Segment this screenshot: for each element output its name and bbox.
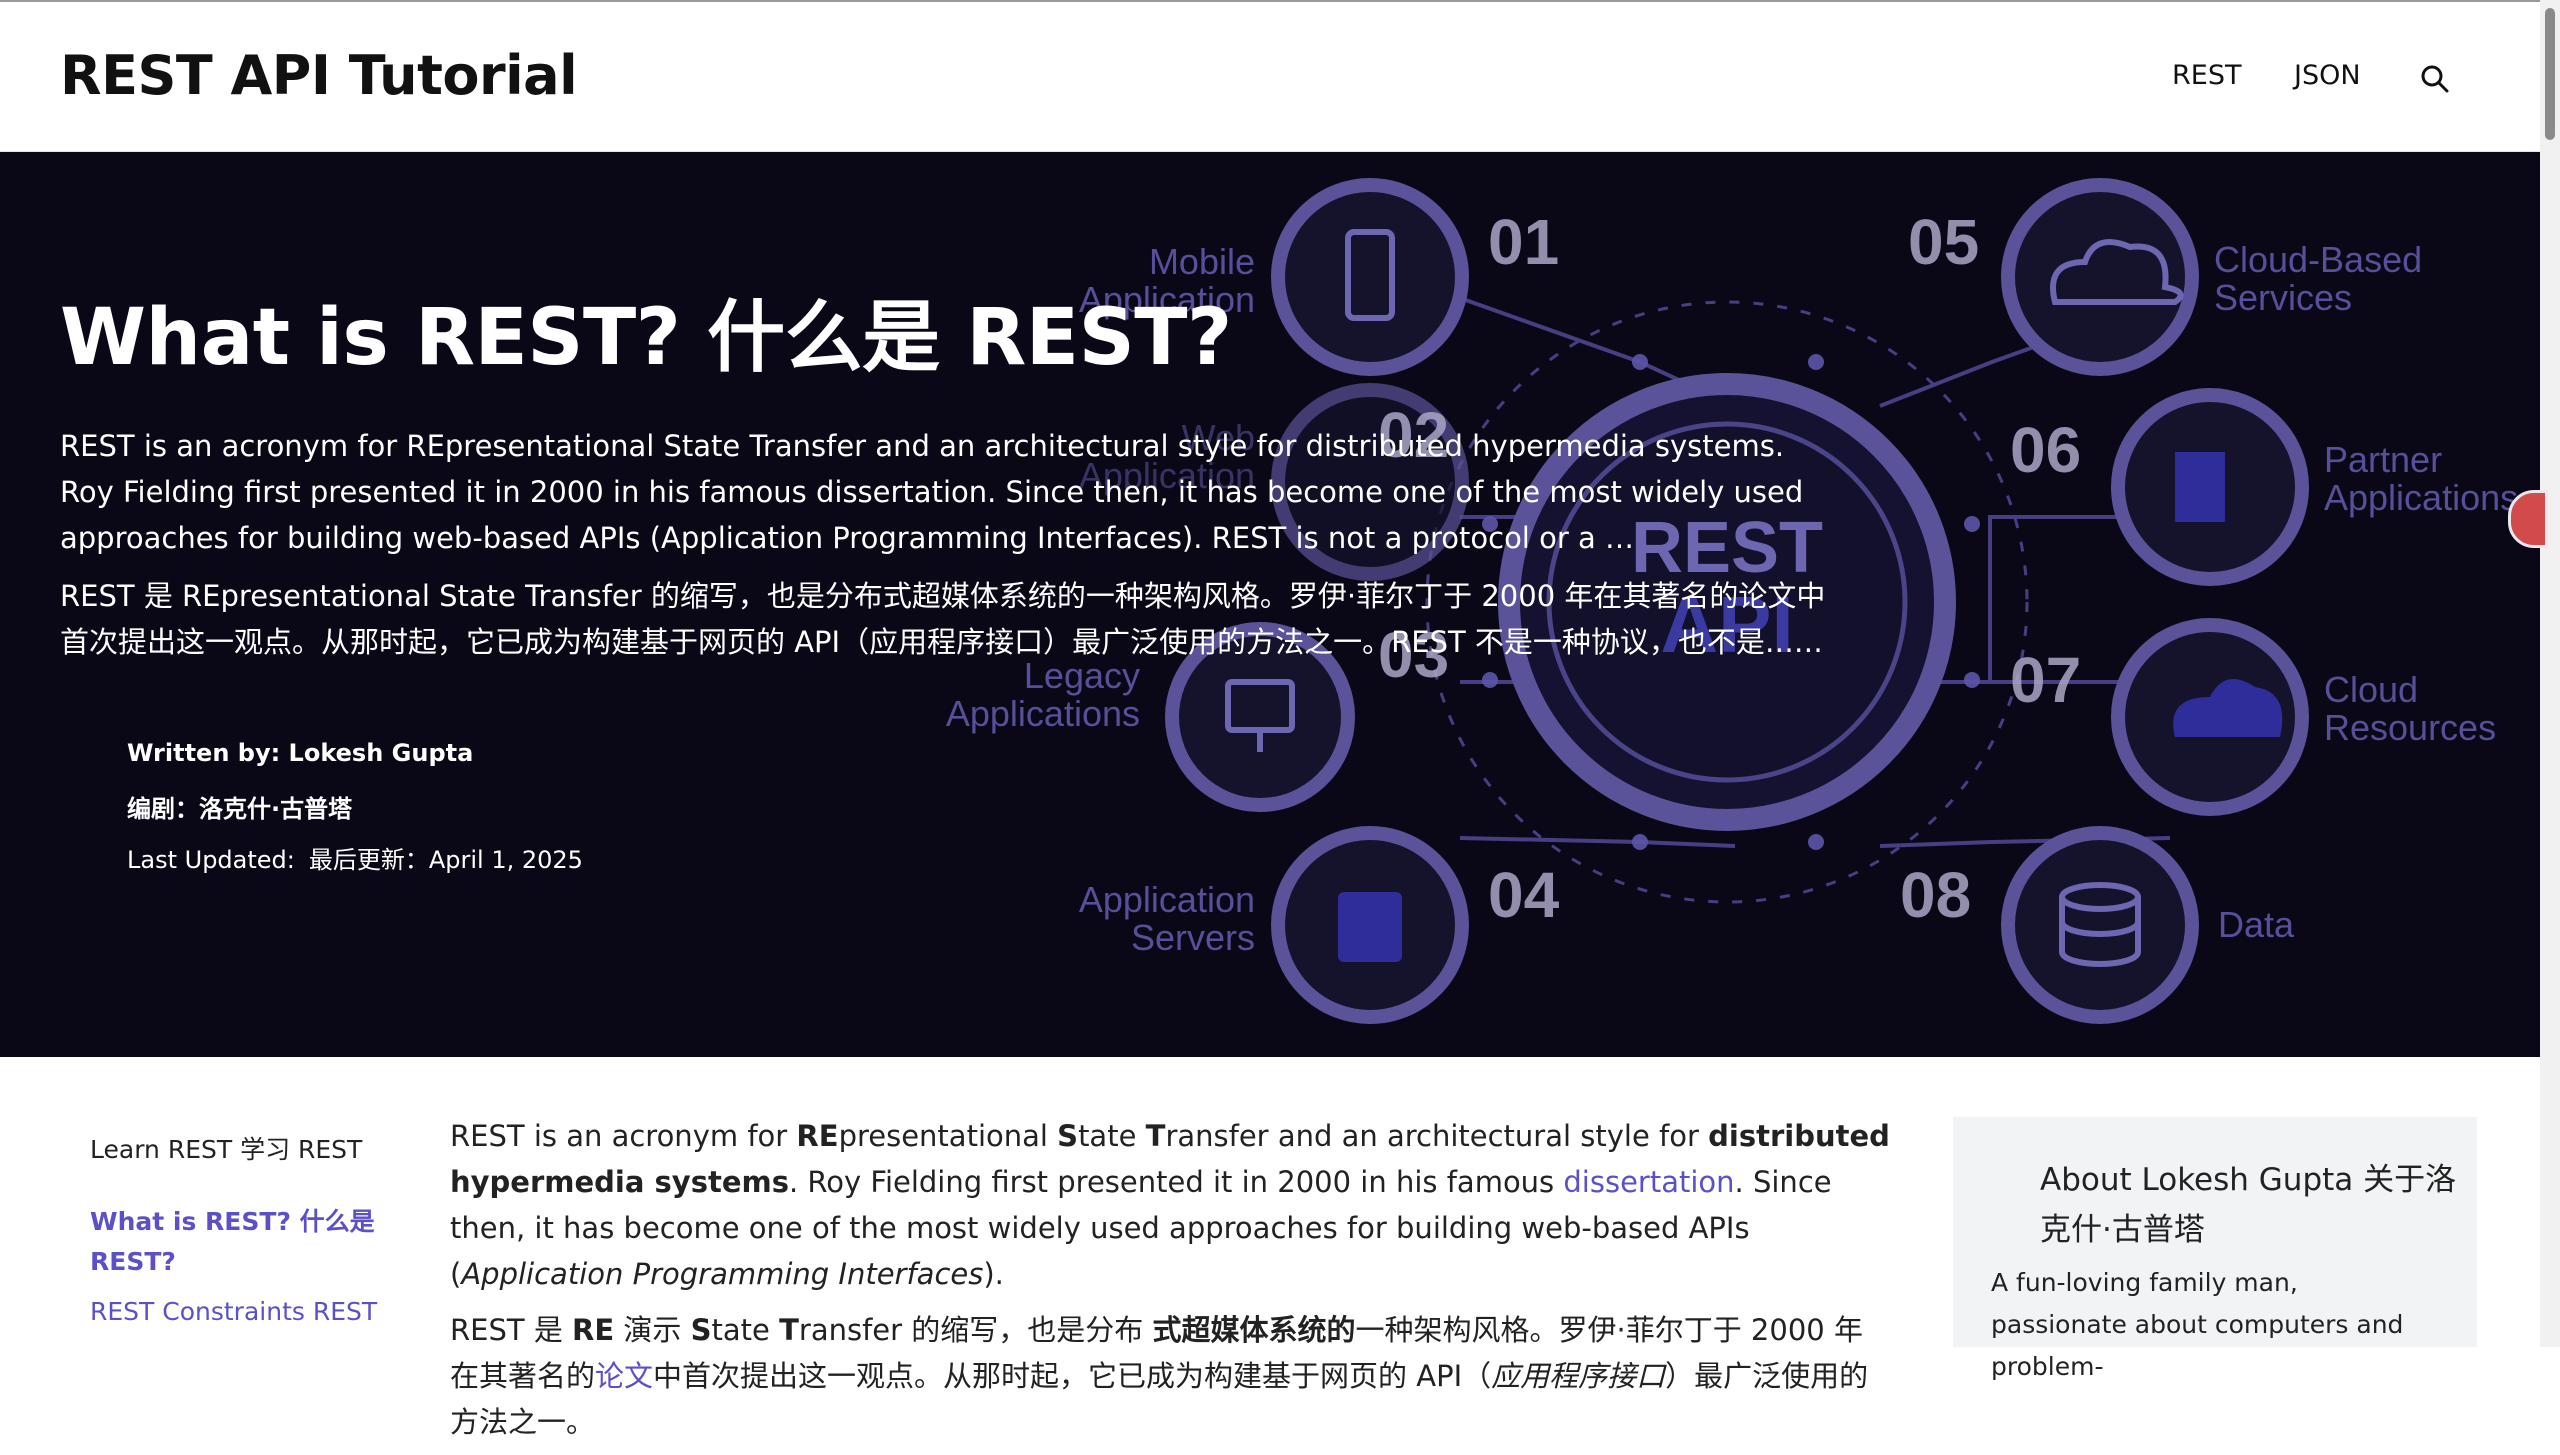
bold-run: RE [572, 1313, 615, 1347]
sidebar-nav: Learn REST 学习 REST What is REST? 什么是 RES… [90, 1130, 390, 1332]
sidebar-item-rest-constraints[interactable]: REST Constraints REST [90, 1292, 390, 1332]
bold-run: S [690, 1313, 712, 1347]
text-run: . Roy Fielding first presented it in 200… [788, 1165, 1564, 1199]
about-title: About Lokesh Gupta 关于洛克什·古普塔 [2040, 1162, 2457, 1248]
last-updated-value: 最后更新：April 1, 2025 [308, 846, 583, 874]
art-num-08: 08 [1900, 859, 1971, 931]
text-run: REST 是 [450, 1313, 573, 1347]
dissertation-link-zh[interactable]: 论文 [595, 1359, 653, 1393]
bold-run: T [1145, 1119, 1166, 1153]
article-paragraph-en: REST is an acronym for REpresentational … [450, 1113, 1890, 1297]
art-label-05b: Services [2214, 277, 2352, 318]
art-num-04: 04 [1488, 859, 1560, 931]
art-label-07b: Resources [2324, 707, 2496, 748]
italic-run: 应用程序接口 [1491, 1359, 1666, 1393]
art-label-08: Data [2218, 904, 2295, 945]
article-body: REST is an acronym for REpresentational … [450, 1113, 1890, 1455]
bold-run: RE [796, 1119, 839, 1153]
sidebar-title: Learn REST 学习 REST [90, 1135, 363, 1164]
article-paragraph-zh: REST 是 RE 演示 State Transfer 的缩写，也是分布 式超媒… [450, 1307, 1890, 1445]
page-title: What is REST? 什么是 REST? [60, 293, 1232, 383]
search-icon[interactable] [2420, 64, 2450, 94]
text-run: 演示 [614, 1313, 691, 1347]
bold-run: T [779, 1313, 799, 1347]
art-label-01a: Mobile [1149, 241, 1255, 282]
text-run: ). [983, 1257, 1004, 1291]
text-run: presentational [838, 1119, 1058, 1153]
author-line-en: Written by: Lokesh Gupta [127, 739, 474, 767]
art-label-05a: Cloud-Based [2214, 239, 2422, 280]
art-label-07a: Cloud [2324, 669, 2418, 710]
text-run: tate [1078, 1119, 1146, 1153]
site-header: REST API Tutorial REST JSON [0, 2, 2540, 152]
text-run: REST is an acronym for [450, 1119, 797, 1153]
art-num-01: 01 [1488, 206, 1559, 278]
nav-link-rest[interactable]: REST [2172, 60, 2241, 91]
sidebar-item-what-is-rest[interactable]: What is REST? 什么是 REST? [90, 1202, 390, 1282]
hero-description-en: REST is an acronym for REpresentational … [60, 429, 1804, 555]
last-updated: Last Updated: 最后更新：April 1, 2025 [127, 840, 597, 875]
dissertation-link[interactable]: dissertation [1563, 1165, 1734, 1199]
text-run: ransfer 的缩写，也是分布 [798, 1313, 1153, 1347]
bold-run: S [1057, 1119, 1079, 1153]
art-label-04b: Servers [1131, 917, 1255, 958]
about-text: A fun-loving family man, passionate abou… [1991, 1268, 2404, 1381]
nav-link-json[interactable]: JSON [2294, 60, 2361, 91]
site-logo[interactable]: REST API Tutorial [60, 44, 578, 107]
last-updated-label: Last Updated: [127, 846, 295, 874]
author-line-zh: 编剧：洛克什·古普塔 [127, 795, 353, 823]
about-author-box: About Lokesh Gupta 关于洛克什·古普塔 A fun-lovin… [1953, 1117, 2477, 1381]
art-num-05: 05 [1908, 206, 1979, 278]
art-num-06: 06 [2010, 414, 2081, 486]
hero-banner: REST API 01 02 03 04 05 06 07 08 Mobile … [0, 152, 2540, 1057]
bold-run: 式超媒体系统的 [1152, 1313, 1356, 1347]
art-num-07: 07 [2010, 644, 2081, 716]
art-label-03b: Applications [946, 693, 1140, 734]
art-label-06a: Partner [2324, 439, 2442, 480]
text-run: tate [711, 1313, 780, 1347]
art-label-06b: Applications [2324, 477, 2518, 518]
scrollbar-track[interactable] [2540, 0, 2560, 1347]
floating-widget-icon[interactable] [2508, 490, 2548, 548]
text-run: ransfer and an architectural style for [1165, 1119, 1709, 1153]
art-label-04a: Application [1079, 879, 1255, 920]
text-run: 中首次提出这一观点。从那时起，它已成为构建基于网页的 API（ [653, 1359, 1492, 1393]
italic-run: Application Programming Interfaces [461, 1257, 984, 1291]
scrollbar-thumb[interactable] [2545, 8, 2555, 140]
hero-description-zh: REST 是 REpresentational State Transfer 的… [60, 579, 1826, 659]
